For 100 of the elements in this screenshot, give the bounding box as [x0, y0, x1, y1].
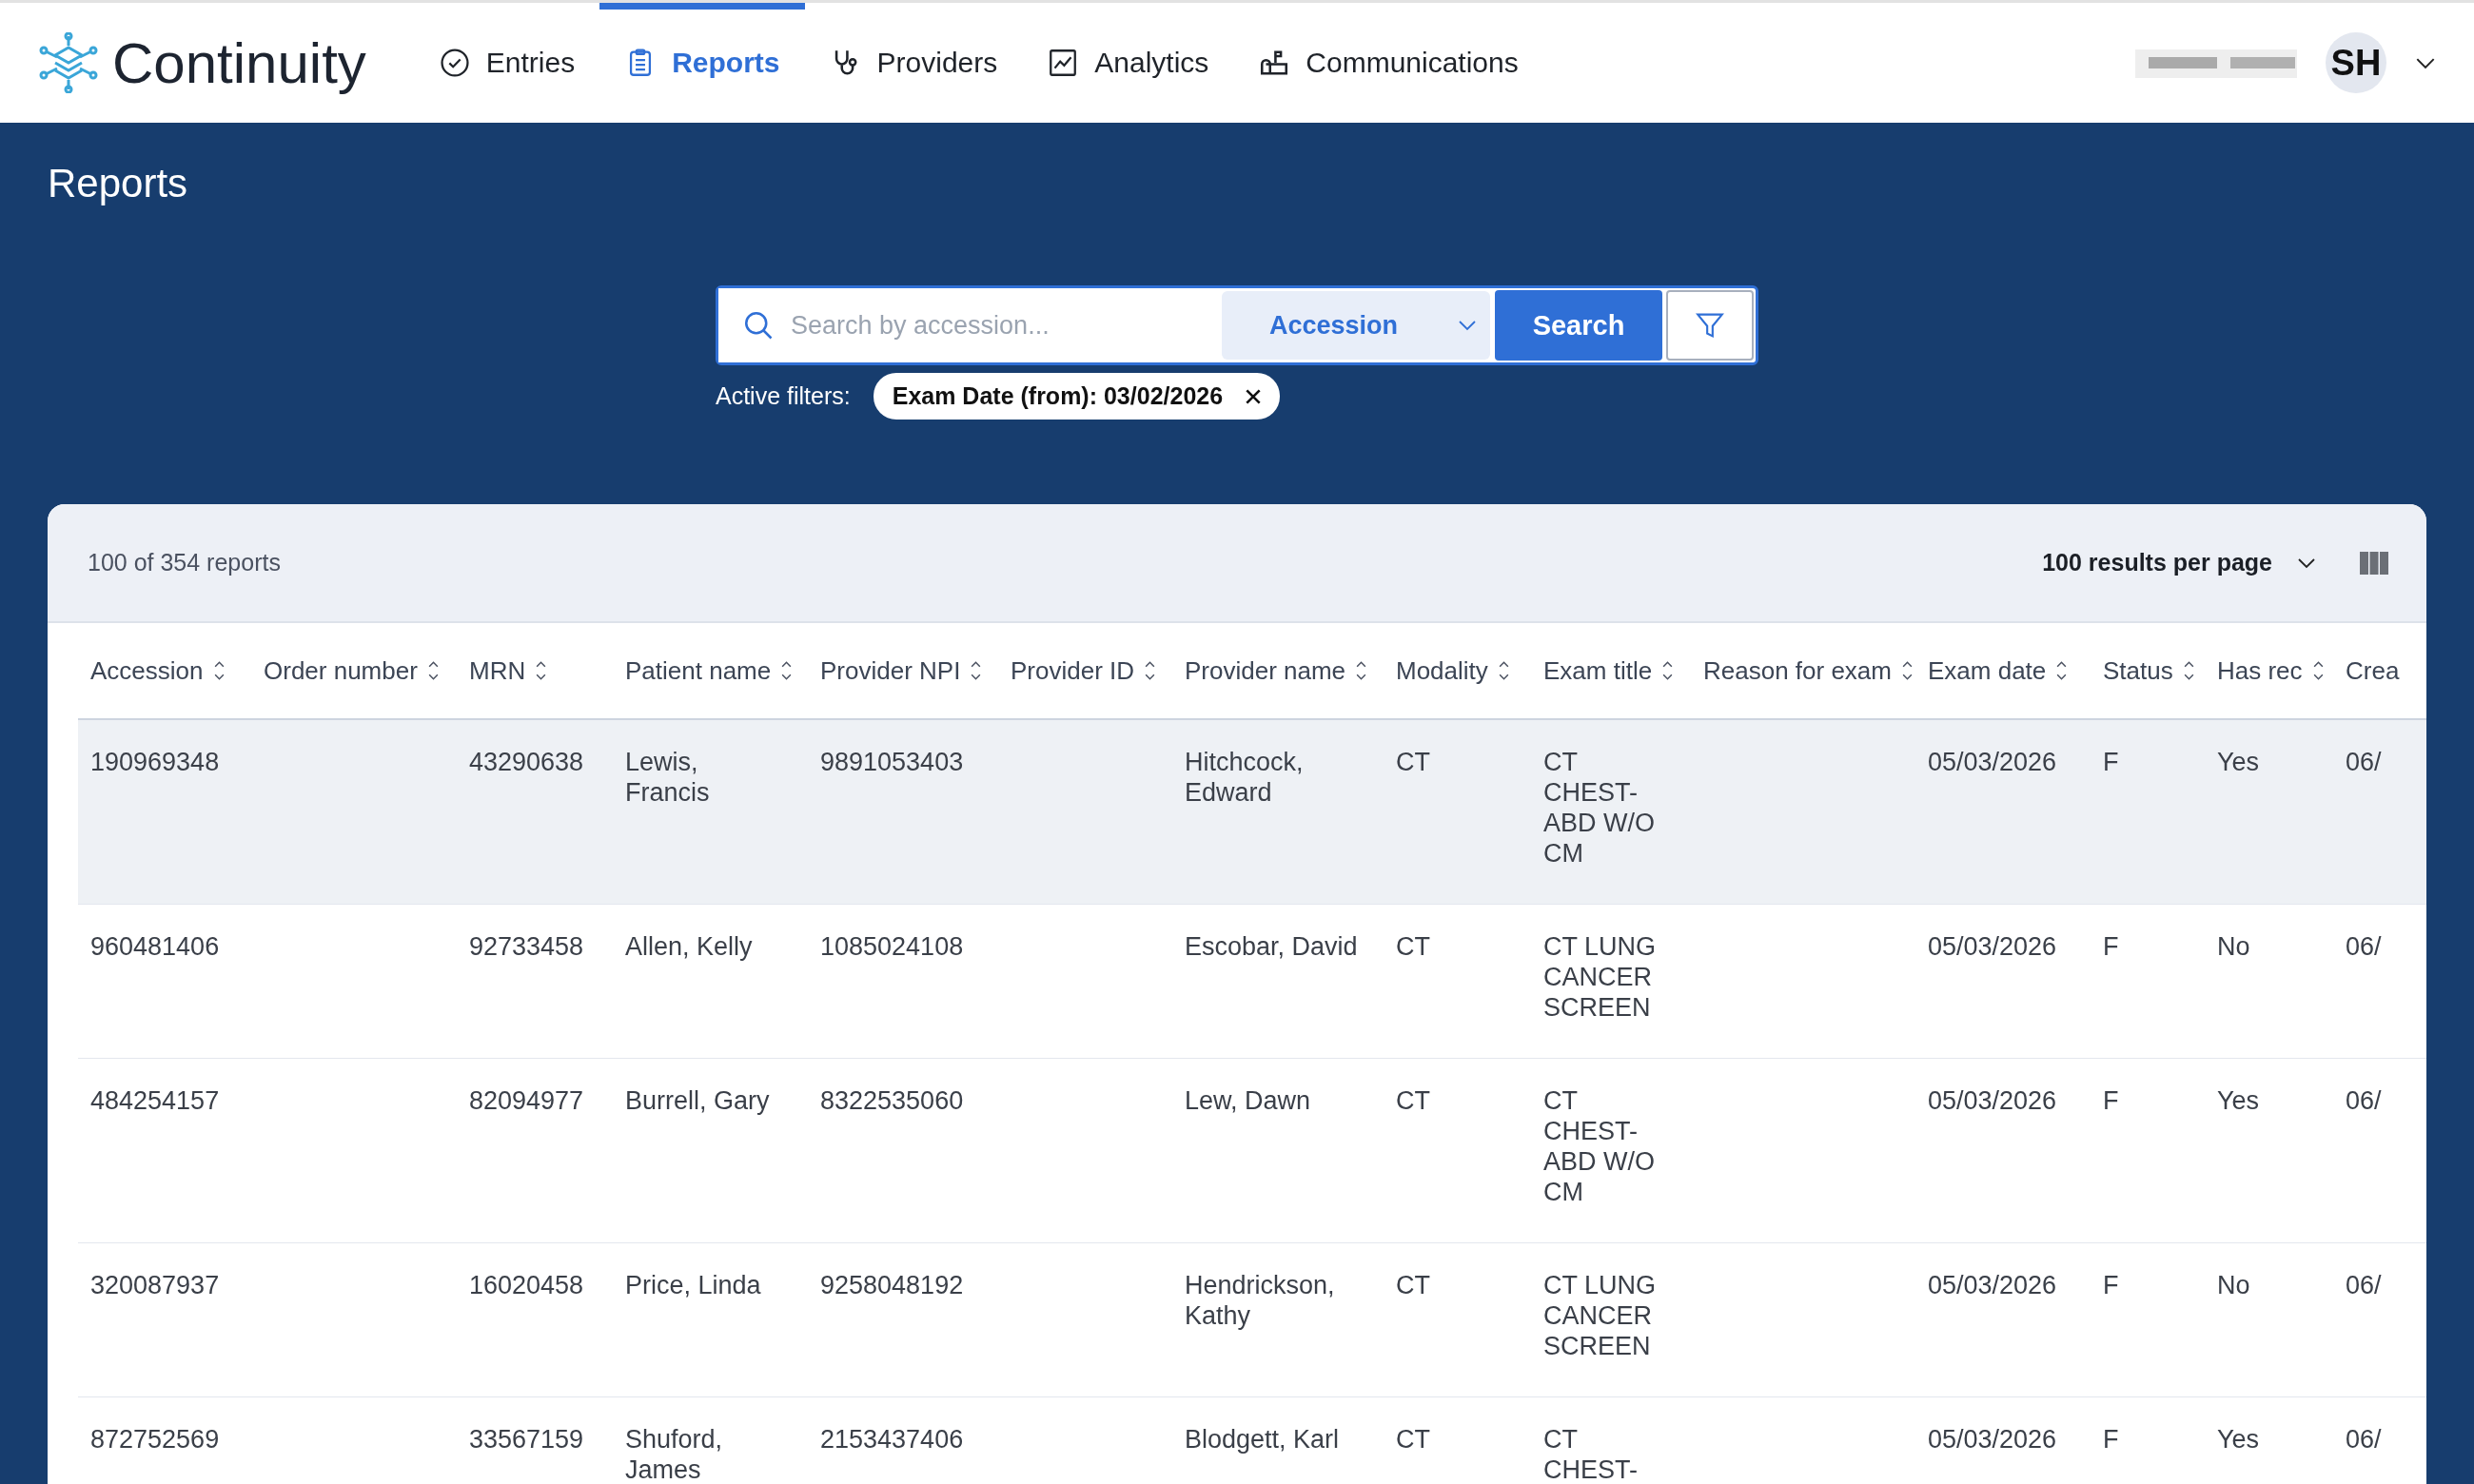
results-count: 100 of 354 reports: [88, 549, 281, 576]
has-rec-cell-text: Yes: [2217, 1085, 2261, 1117]
status-cell-text: F: [2103, 931, 2120, 963]
provider-npi-cell-text: 1085024108: [820, 931, 965, 963]
nav-tab[interactable]: Communications: [1233, 3, 1543, 123]
provider-npi-cell-text: 9891053403: [820, 747, 965, 778]
modality-cell-text: CT: [1396, 1270, 1431, 1301]
patient-name-cell-text: Price, Linda: [625, 1270, 762, 1301]
exam-date-cell-text: 05/03/2026: [1928, 1085, 2058, 1117]
provider-name-cell-text: Lew, Dawn: [1185, 1085, 1312, 1117]
chevron-down-icon: [1458, 320, 1477, 331]
column-header[interactable]: Provider NPI: [820, 655, 1011, 686]
status-cell-text: F: [2103, 1085, 2120, 1117]
patient-name-cell-text: Shuford, James: [625, 1424, 724, 1484]
exam-title-cell-text: CT CHEST-: [1543, 1424, 1639, 1484]
sort-icon: [1497, 659, 1510, 682]
check-circle-icon: [438, 47, 471, 79]
patient-name-cell-text: Burrell, Gary: [625, 1085, 771, 1117]
column-header[interactable]: Exam date: [1928, 655, 2103, 686]
created-cell-text: 06/: [2346, 1270, 2383, 1301]
column-header[interactable]: Accession: [90, 655, 264, 686]
filter-button[interactable]: [1666, 290, 1754, 361]
status-cell-text: F: [2103, 747, 2120, 778]
sort-icon: [2311, 659, 2325, 682]
chevron-down-icon[interactable]: [2415, 56, 2436, 69]
provider-name-cell-text: Blodgett, Karl: [1185, 1424, 1341, 1455]
column-header[interactable]: Reason for exam: [1703, 655, 1928, 686]
table-row[interactable]: 190969348 43290638 Lewis, Francis 9891053403 Hitchcock, Edward CT CT CHEST-ABD W/O CM 05/03/2026 F Yes 06/: [78, 720, 2426, 905]
column-header[interactable]: Crea: [2346, 655, 2413, 686]
sort-icon: [2182, 659, 2195, 682]
app-name: Continuity: [112, 29, 366, 96]
exam-date-cell-text: 05/03/2026: [1928, 1270, 2058, 1301]
provider-name-cell-text: Escobar, David: [1185, 931, 1359, 963]
status-cell-text: F: [2103, 1270, 2120, 1301]
sort-icon: [2055, 659, 2069, 682]
provider-name-cell-text: Hendrickson, Kathy: [1185, 1270, 1336, 1332]
provider-npi-cell-text: 2153437406: [820, 1424, 965, 1455]
nav-tab[interactable]: Analytics: [1022, 3, 1234, 123]
search-button[interactable]: Search: [1495, 290, 1662, 361]
modality-cell-text: CT: [1396, 931, 1431, 963]
sort-icon: [780, 659, 794, 682]
sort-icon: [1661, 659, 1675, 682]
exam-title-cell-text: CT CHEST-ABD W/O CM: [1543, 747, 1656, 869]
accession-cell-text: 872752569: [90, 1424, 221, 1455]
has-rec-cell-text: Yes: [2217, 1424, 2261, 1455]
mrn-cell-text: 92733458: [469, 931, 585, 963]
mrn-cell-text: 16020458: [469, 1270, 585, 1301]
exam-title-cell-text: CT LUNG CANCER SCREEN: [1543, 1270, 1658, 1361]
user-avatar[interactable]: SH: [2326, 32, 2386, 93]
exam-date-cell-text: 05/03/2026: [1928, 931, 2058, 963]
column-header[interactable]: Has rec: [2217, 655, 2346, 686]
logo-icon: [38, 32, 99, 93]
has-rec-cell-text: Yes: [2217, 747, 2261, 778]
created-cell-text: 06/: [2346, 931, 2383, 963]
patient-name-cell-text: Allen, Kelly: [625, 931, 754, 963]
created-cell-text: 06/: [2346, 1085, 2383, 1117]
has-rec-cell-text: No: [2217, 931, 2251, 963]
field-select[interactable]: Accession: [1222, 291, 1490, 360]
column-header[interactable]: Provider ID: [1011, 655, 1185, 686]
column-header[interactable]: Modality: [1396, 655, 1543, 686]
accession-cell-text: 190969348: [90, 747, 221, 778]
sort-icon: [426, 659, 440, 682]
filters-label: Active filters:: [716, 382, 851, 410]
provider-npi-cell-text: 8322535060: [820, 1085, 965, 1117]
nav-tab[interactable]: Entries: [413, 3, 600, 123]
accession-cell-text: 320087937: [90, 1270, 221, 1301]
modality-cell-text: CT: [1396, 1085, 1431, 1117]
accession-cell-text: 960481406: [90, 931, 221, 963]
column-header[interactable]: MRN: [469, 655, 625, 686]
accession-cell-text: 484254157: [90, 1085, 221, 1117]
exam-date-cell-text: 05/03/2026: [1928, 747, 2058, 778]
column-header[interactable]: Exam title: [1543, 655, 1703, 686]
close-icon[interactable]: [1246, 388, 1262, 404]
sort-icon: [212, 659, 226, 682]
column-header[interactable]: Status: [2103, 655, 2217, 686]
filter-chip[interactable]: Exam Date (from): 03/02/2026: [873, 373, 1281, 420]
modality-cell-text: CT: [1396, 747, 1431, 778]
sort-icon: [1144, 659, 1157, 682]
provider-name-cell-text: Hitchcock, Edward: [1185, 747, 1305, 809]
exam-title-cell-text: CT CHEST-ABD W/O CM: [1543, 1085, 1656, 1207]
sort-icon: [535, 659, 548, 682]
sort-icon: [970, 659, 983, 682]
column-header[interactable]: Patient name: [625, 655, 820, 686]
mrn-cell-text: 82094977: [469, 1085, 585, 1117]
mrn-cell-text: 43290638: [469, 747, 585, 778]
column-header[interactable]: Provider name: [1185, 655, 1396, 686]
chevron-down-icon: [2297, 556, 2316, 569]
has-rec-cell-text: No: [2217, 1270, 2251, 1301]
provider-npi-cell-text: 9258048192: [820, 1270, 965, 1301]
exam-title-cell-text: CT LUNG CANCER SCREEN: [1543, 931, 1658, 1023]
per-page-select[interactable]: 100 results per page: [2042, 549, 2316, 576]
modality-cell-text: CT: [1396, 1424, 1431, 1455]
nav-tab[interactable]: Reports: [599, 3, 805, 123]
created-cell-text: 06/: [2346, 1424, 2383, 1455]
sort-icon: [1901, 659, 1914, 682]
columns-icon[interactable]: [2360, 551, 2388, 575]
column-header[interactable]: Order number: [264, 655, 469, 686]
mrn-cell-text: 33567159: [469, 1424, 585, 1455]
nav-tab[interactable]: Providers: [804, 3, 1023, 123]
sort-icon: [1355, 659, 1368, 682]
